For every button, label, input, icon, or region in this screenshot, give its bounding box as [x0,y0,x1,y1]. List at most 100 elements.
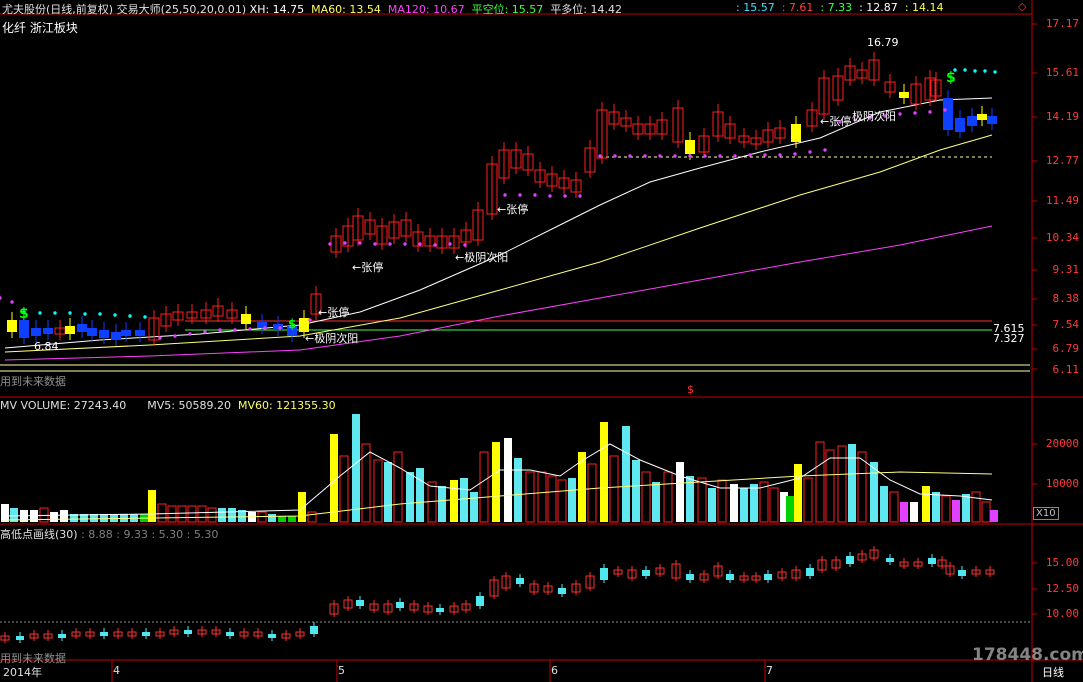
volume-header: MV VOLUME: 27243.40 MV5: 50589.20 MV60: … [0,399,336,412]
hl-body-64 [886,558,894,562]
price-tick-4: 11.49 [1045,194,1079,207]
volume-bar-10 [100,514,108,522]
volume-bar-61 [641,471,651,523]
hl-body-34 [476,596,484,606]
stop-dot-36 [898,112,902,116]
hl-title: 高低点画线(30) [0,528,78,541]
zt-label-4: ←张停 [820,115,852,128]
volume-bar-82 [857,451,867,523]
dollar-marker: $ [687,383,694,396]
buy-signal-icon-3: $ [288,317,296,331]
mv5-value: MV5: 50589.20 [147,399,231,412]
period-label[interactable]: 日线 [1042,664,1064,680]
hl-body-22 [310,626,318,634]
hl-body-13 [184,630,192,634]
cyan-dot-4 [83,312,87,316]
candle-body-70 [899,92,909,98]
sector-label: 化纤 浙江板块 [2,21,78,35]
ma120-value: MA120: 10.67 [387,3,465,16]
volume-bar-87 [910,502,918,522]
stop-dot-47 [263,326,267,330]
buy-signal-icon-1: $ [19,306,29,322]
stop-dot-9 [463,243,467,247]
volume-bar-6 [60,510,68,522]
jy-label-3: 极阴次阳 [852,110,896,123]
volume-bar-27 [268,514,276,522]
cyan-dot-10 [963,68,967,72]
stop-dot-14 [563,194,567,198]
price-tick-8: 7.54 [1052,318,1080,331]
candle-body-21 [273,324,283,330]
stock-title: 尤夫股份(日线,前复权) [2,3,114,16]
volume-bar-84 [880,486,888,522]
hl-body-46 [642,570,650,576]
hl-body-7 [100,632,108,636]
high-label: 16.79 [867,36,899,49]
hl-tick-0: 15.00 [1045,556,1079,569]
candle-body-1 [19,320,29,338]
xh-value: XH: 14.75 [249,3,305,16]
hl-body-25 [356,600,364,606]
header-bar: 尤夫股份(日线,前复权) 交易大师(25,50,20,0.01) XH: 14.… [2,1,622,17]
volume-bar-0 [1,504,9,522]
chart-canvas: $ $ $ [0,0,1083,682]
candle-body-7 [87,328,97,336]
volume-bar-75 [786,496,794,522]
hl-body-28 [396,602,404,608]
candle-body-11 [135,330,145,336]
hl-body-40 [558,588,566,594]
right-value-2: : 7.61 [781,1,814,14]
hl-body-31 [436,608,444,612]
hl-body-16 [226,632,234,636]
volume-bar-93 [971,491,981,523]
volume-tick-1: 10000 [1045,477,1079,490]
stop-dot-25 [733,154,737,158]
volume-bar-53 [557,479,567,523]
stop-dot-7 [433,243,437,247]
date-label-2: 4 [113,664,120,677]
stop-dot-29 [793,152,797,156]
candle-body-6 [77,324,87,332]
stop-dot-10 [503,193,507,197]
stop-dot-44 [218,328,222,332]
volume-bar-37 [384,462,392,522]
volume-bar-34 [352,414,360,522]
volume-unit: X10 [1033,507,1059,520]
volume-bar-49 [514,458,522,522]
stop-dot-17 [613,154,617,158]
volume-bar-36 [373,459,383,523]
stop-dot-42 [188,332,192,336]
stop-dot-22 [688,154,692,158]
volume-bar-57 [600,422,608,522]
volume-bar-86 [900,502,908,522]
pingduo-value: 平多位: 14.42 [550,3,623,16]
stop-dot-39 [943,108,947,112]
volume-bar-16 [157,503,167,523]
stop-dot-23 [703,154,707,158]
stop-dot-30 [808,150,812,154]
corner-diamond-icon[interactable]: ◇ [1018,0,1026,13]
stop-dot-15 [578,194,582,198]
volume-bar-48 [504,438,512,522]
volume-bar-32 [330,434,338,522]
volume-bar-46 [479,451,489,523]
hl-body-49 [686,574,694,580]
stop-dot-13 [548,194,552,198]
stop-dot-45 [233,328,237,332]
stop-dot-0 [328,242,332,246]
watermark: 178448.com [972,645,1083,665]
volume-bar-5 [50,512,58,522]
stop-dot-20 [658,154,662,158]
right-value-3: : 7.33 [820,1,853,14]
stop-dot-38 [928,110,932,114]
volume-bar-44 [460,478,468,522]
volume-bar-40 [416,468,424,522]
stop-dot-49 [0,296,2,300]
jy-label-2: ←极阴次阳 [305,332,359,345]
volume-bar-17 [167,505,177,523]
stop-dot-24 [718,154,722,158]
volume-bar-71 [750,484,758,522]
cyan-dot-1 [38,311,42,315]
volume-bar-88 [922,486,930,522]
hl-body-1 [16,636,24,640]
